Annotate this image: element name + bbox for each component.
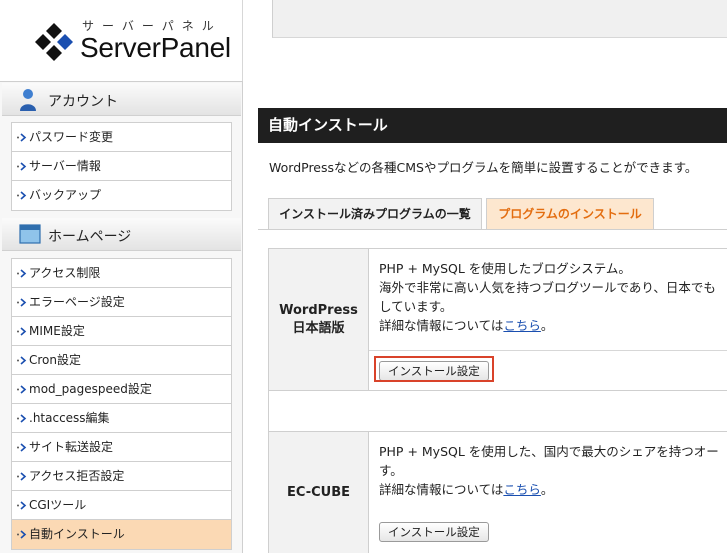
sidebar-item-cgi-tools[interactable]: CGIツール: [12, 491, 231, 520]
detail-link[interactable]: こちら: [503, 482, 541, 497]
sidebar-item-label: CGIツール: [29, 498, 87, 512]
logo-area: サーバーパネル ServerPanel: [0, 0, 243, 81]
user-icon: [20, 89, 36, 111]
sidebar-item-cron[interactable]: Cron設定: [12, 346, 231, 375]
dotted-arrow-icon: [17, 501, 27, 510]
dotted-arrow-icon: [17, 530, 27, 539]
sidebar-section-account[interactable]: アカウント: [2, 83, 241, 116]
highlight-box: [374, 356, 494, 382]
dotted-arrow-icon: [17, 443, 27, 452]
spacer-row: [268, 390, 727, 431]
sidebar-item-label: .htaccess編集: [29, 411, 110, 425]
program-name: WordPress: [279, 302, 358, 318]
sidebar-section-homepage[interactable]: ホームページ: [2, 218, 241, 251]
program-name-cell: EC-CUBE: [269, 432, 369, 553]
tab-installed-programs[interactable]: インストール済みプログラムの一覧: [268, 198, 482, 229]
tab-program-install[interactable]: プログラムのインストール: [486, 198, 654, 229]
sidebar-item-label: サイト転送設定: [29, 440, 114, 454]
sidebar-item-mime[interactable]: MIME設定: [12, 317, 231, 346]
program-name-cell: WordPress 日本語版: [269, 249, 369, 390]
top-bar: [272, 0, 727, 38]
dotted-arrow-icon: [17, 385, 27, 394]
sidebar-item-access-deny[interactable]: アクセス拒否設定: [12, 462, 231, 491]
install-settings-button[interactable]: インストール設定: [379, 522, 489, 542]
button-row: インストール設定: [369, 512, 727, 553]
dotted-arrow-icon: [17, 298, 27, 307]
account-menu: パスワード変更 サーバー情報 バックアップ: [11, 122, 232, 211]
detail-prefix: 詳細な情報については: [379, 318, 504, 333]
sidebar-section-label: ホームページ: [48, 229, 132, 245]
description-line: す。: [379, 463, 403, 478]
homepage-menu: アクセス制限 エラーページ設定 MIME設定 Cron設定 mod_pagesp…: [11, 258, 232, 550]
sidebar-section-label: アカウント: [48, 94, 118, 110]
dotted-arrow-icon: [17, 356, 27, 365]
sidebar-item-label: アクセス制限: [29, 266, 101, 280]
program-name: EC-CUBE: [286, 484, 350, 500]
tab-divider: [258, 229, 727, 230]
dotted-arrow-icon: [17, 472, 27, 481]
sidebar-item-label: サーバー情報: [29, 159, 101, 173]
tab-label: プログラムのインストール: [498, 207, 642, 221]
detail-suffix: 。: [540, 482, 554, 497]
dotted-arrow-icon: [17, 269, 27, 278]
sidebar-item-label: 自動インストール: [29, 527, 125, 541]
description-line: しています。: [379, 299, 453, 314]
sidebar-item-backup[interactable]: バックアップ: [12, 181, 231, 210]
sidebar-item-password[interactable]: パスワード変更: [12, 123, 231, 152]
description-line: PHP + MySQL を使用したブログシステム。: [379, 261, 631, 276]
program-row-ec-cube: EC-CUBE PHP + MySQL を使用した、国内で最大のシェアを持つオー…: [268, 431, 727, 553]
detail-prefix: 詳細な情報については: [379, 482, 504, 497]
dotted-arrow-icon: [17, 327, 27, 336]
sidebar-item-label: mod_pagespeed設定: [29, 382, 152, 396]
sidebar-item-label: Cron設定: [29, 353, 81, 367]
dotted-arrow-icon: [17, 191, 27, 200]
logo-text: ServerPanel: [80, 32, 231, 63]
detail-link[interactable]: こちら: [503, 318, 541, 333]
sidebar-item-auto-install[interactable]: 自動インストール: [12, 520, 231, 549]
dotted-arrow-icon: [17, 414, 27, 423]
program-description: PHP + MySQL を使用した、国内で最大のシェアを持つオー す。 詳細な情…: [379, 442, 727, 499]
program-name-sub: 日本語版: [292, 320, 345, 336]
page-title: 自動インストール: [258, 108, 727, 143]
description-line: PHP + MySQL を使用した、国内で最大のシェアを持つオー: [379, 444, 719, 459]
program-description: PHP + MySQL を使用したブログシステム。 海外で非常に高い人気を持つブ…: [379, 259, 727, 335]
detail-line: 詳細な情報についてはこちら。: [379, 316, 727, 335]
sidebar-item-error-page[interactable]: エラーページ設定: [12, 288, 231, 317]
sidebar-item-label: アクセス拒否設定: [29, 469, 125, 483]
sidebar-item-site-forward[interactable]: サイト転送設定: [12, 433, 231, 462]
sidebar-item-label: バックアップ: [29, 188, 102, 202]
sidebar: アカウント パスワード変更 サーバー情報 バックアップ ホームページ アクセス制…: [0, 82, 243, 553]
program-row-wordpress: WordPress 日本語版 PHP + MySQL を使用したブログシステム。…: [268, 248, 727, 390]
sidebar-item-label: MIME設定: [29, 324, 85, 338]
sidebar-item-mod-pagespeed[interactable]: mod_pagespeed設定: [12, 375, 231, 404]
sidebar-item-server-info[interactable]: サーバー情報: [12, 152, 231, 181]
sidebar-item-htaccess[interactable]: .htaccess編集: [12, 404, 231, 433]
page-description: WordPressなどの各種CMSやプログラムを簡単に設置することができます。: [269, 160, 698, 175]
detail-suffix: 。: [540, 318, 554, 333]
diamond-logo-icon: [35, 23, 73, 61]
detail-line: 詳細な情報についてはこちら。: [379, 480, 727, 499]
dotted-arrow-icon: [17, 162, 27, 171]
description-line: 海外で非常に高い人気を持つブログツールであり、日本でも: [379, 280, 716, 295]
window-icon: [19, 224, 41, 244]
tab-label: インストール済みプログラムの一覧: [279, 207, 471, 221]
sidebar-item-label: パスワード変更: [29, 130, 114, 144]
sidebar-item-label: エラーページ設定: [29, 295, 125, 309]
sidebar-item-access-limit[interactable]: アクセス制限: [12, 259, 231, 288]
dotted-arrow-icon: [17, 133, 27, 142]
